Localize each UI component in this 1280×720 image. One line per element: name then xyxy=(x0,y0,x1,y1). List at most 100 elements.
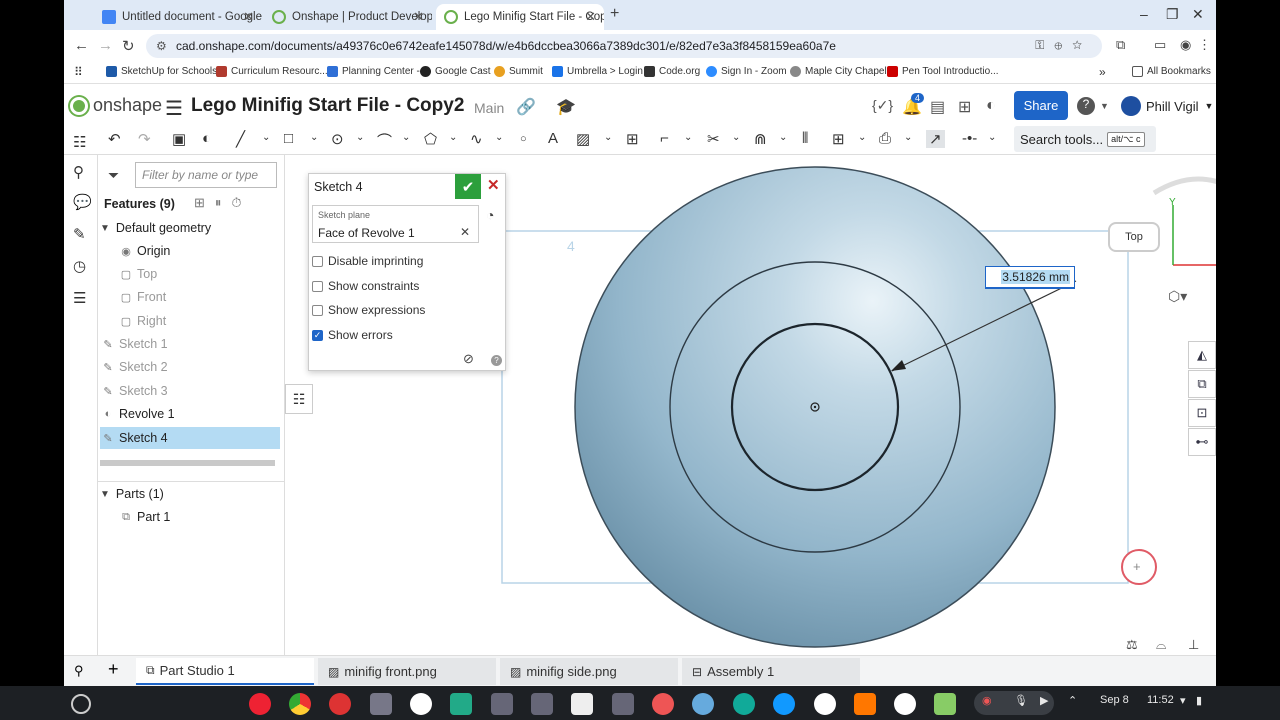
paint-app-icon[interactable] xyxy=(329,693,351,715)
notes-icon[interactable]: ✎ xyxy=(73,225,86,243)
back-icon[interactable]: ← xyxy=(74,37,89,54)
bookmark-summit[interactable]: Summit xyxy=(494,66,543,77)
chevron-down-icon[interactable]: ⌄ xyxy=(310,132,318,143)
parts-group[interactable]: ▼ Parts (1) xyxy=(100,483,280,505)
layers-app-icon[interactable] xyxy=(934,693,956,715)
insert-image-icon[interactable]: ▨ xyxy=(576,130,590,148)
chevron-down-icon[interactable]: ⌄ xyxy=(858,132,866,143)
search-tabs-icon[interactable]: ⚲ xyxy=(74,663,84,679)
sketch-settings-icon[interactable]: ⊘ xyxy=(463,351,474,367)
tree-item-sketch-1[interactable]: ✎ Sketch 1 xyxy=(100,333,280,355)
text-tool-icon[interactable]: A xyxy=(548,130,558,147)
app-store-icon[interactable]: ⊞ xyxy=(958,97,971,117)
all-bookmarks[interactable]: All Bookmarks xyxy=(1132,66,1211,77)
classroom-app-icon[interactable] xyxy=(450,693,472,715)
tree-item-right-plane[interactable]: ▢ Right xyxy=(100,310,280,332)
tray-chevron-icon[interactable]: ⌃ xyxy=(1068,694,1077,707)
bookmark-zoom[interactable]: Sign In - Zoom xyxy=(706,66,787,77)
spline-tool-icon[interactable]: ∿ xyxy=(470,130,483,148)
circle-tool-icon[interactable]: ⊙ xyxy=(331,130,344,148)
chevron-down-icon[interactable]: ⌄ xyxy=(779,132,787,143)
bookmark-sketchup[interactable]: SketchUp for Schools xyxy=(106,66,217,77)
flip-view-icon[interactable]: ◔ xyxy=(486,207,494,223)
disable-imprinting-checkbox[interactable]: Disable imprinting xyxy=(312,254,423,268)
feature-list-icon[interactable]: ☷ xyxy=(73,133,86,151)
tab-assembly-1[interactable]: ⊟ Assembly 1 xyxy=(682,658,860,685)
chrome-app-icon[interactable] xyxy=(289,693,311,715)
mirror-tool-icon[interactable]: ⫴ xyxy=(802,130,808,147)
chevron-down-icon[interactable]: ⌄ xyxy=(495,132,503,143)
tree-item-front-plane[interactable]: ▢ Front xyxy=(100,286,280,308)
variable-studio-icon[interactable]: {✓} xyxy=(872,97,893,114)
offset-tool-icon[interactable]: ⋒ xyxy=(754,130,767,148)
revolve-icon[interactable]: ◐ xyxy=(202,130,211,147)
browser-tab-onshape-product[interactable]: Onshape | Product Developme ✕ xyxy=(264,4,432,30)
maximize-button[interactable]: ❐ xyxy=(1166,6,1179,23)
chevron-down-icon[interactable]: ⌄ xyxy=(604,132,612,143)
share-button[interactable]: Share xyxy=(1014,91,1068,120)
close-window-button[interactable]: ✕ xyxy=(1192,6,1204,23)
react-app-icon[interactable] xyxy=(692,693,714,715)
app-icon[interactable] xyxy=(531,693,553,715)
workspace-label[interactable]: Main xyxy=(474,100,504,116)
tree-item-origin[interactable]: ◉ Origin xyxy=(100,240,280,262)
clock-label[interactable]: 11:52 xyxy=(1147,694,1174,706)
view-options-icon[interactable]: ⬡▾ xyxy=(1168,288,1187,305)
user-menu[interactable]: Phill Vigil ▼ xyxy=(1121,96,1213,116)
rollback-controls-icon[interactable]: ⊞⏸⏱ xyxy=(194,195,252,211)
p-app-icon[interactable] xyxy=(733,693,755,715)
tree-item-sketch-4[interactable]: ✎ Sketch 4 xyxy=(100,427,280,449)
chevron-down-icon[interactable]: ⌄ xyxy=(449,132,457,143)
omnibox-action-icons[interactable]: ⚿⊕☆ xyxy=(1035,38,1092,53)
t-app-icon[interactable] xyxy=(773,693,795,715)
trim-tool-icon[interactable]: ✂ xyxy=(707,130,720,148)
dxf-import-icon[interactable]: ⎙ xyxy=(879,130,891,147)
search-tools-input[interactable]: Search tools... alt/⌥ c xyxy=(1014,126,1156,152)
polygon-tool-icon[interactable]: ⬠ xyxy=(424,130,437,148)
cast-icon[interactable]: ▭ xyxy=(1154,37,1166,53)
document-title[interactable]: Lego Minifig Start File - Copy2 xyxy=(191,95,464,117)
add-tab-button[interactable]: + xyxy=(108,659,119,680)
chevron-down-icon[interactable]: ⌄ xyxy=(684,132,692,143)
show-constraints-checkbox[interactable]: Show constraints xyxy=(312,279,419,293)
cancel-icon[interactable]: ✕ xyxy=(487,176,500,194)
accept-checkmark-icon[interactable]: ✔ xyxy=(455,174,481,199)
dimension-tool-icon[interactable]: ↗ xyxy=(926,130,945,148)
microphone-icon[interactable]: 🎙 xyxy=(1014,694,1028,707)
units-icon[interactable]: ⊥ xyxy=(1188,637,1199,653)
forward-icon[interactable]: → xyxy=(98,37,113,54)
bookmark-maple-city[interactable]: Maple City Chapel xyxy=(790,66,887,77)
chevron-down-icon[interactable]: ⌄ xyxy=(262,132,270,143)
browser-tab-lego-minifig[interactable]: Lego Minifig Start File - Copy2 | ✕ xyxy=(436,4,604,30)
battery-icon[interactable]: ▮ xyxy=(1196,694,1202,707)
wifi-icon[interactable]: ▾ xyxy=(1180,694,1186,707)
menu-icon[interactable]: ⋮ xyxy=(1198,37,1211,53)
bookmark-pen-tool[interactable]: Pen Tool Introductio... xyxy=(887,66,999,77)
fillet-tool-icon[interactable]: ⌐ xyxy=(660,130,669,147)
feature-list-scrollbar[interactable] xyxy=(100,460,275,466)
new-tab-button[interactable]: + xyxy=(610,5,619,23)
minimize-button[interactable]: – xyxy=(1140,6,1148,22)
view-rotate-arc[interactable] xyxy=(1152,176,1216,196)
gmail-app-icon[interactable] xyxy=(410,693,432,715)
tab-part-studio-1[interactable]: ⧉ Part Studio 1 xyxy=(136,658,314,685)
properties-icon[interactable]: ☰ xyxy=(73,289,86,307)
tree-item-sketch-2[interactable]: ✎ Sketch 2 xyxy=(100,356,280,378)
construction-icon[interactable]: ⊞ xyxy=(626,130,639,148)
app-icon[interactable] xyxy=(571,693,593,715)
browser-tab-google-docs[interactable]: Untitled document - Google Do ✕ xyxy=(94,4,262,30)
explode-view-icon[interactable]: ⊡ xyxy=(1188,399,1216,427)
filter-icon[interactable]: ⏷ xyxy=(108,167,119,184)
apps-icon[interactable]: ⠿ xyxy=(74,65,83,79)
bookmark-google-cast[interactable]: Google Cast xyxy=(420,66,491,77)
onshape-logo[interactable]: onshape xyxy=(70,95,162,116)
measure-icon[interactable]: ⊷ xyxy=(1188,428,1216,456)
onshape-app-icon[interactable] xyxy=(370,693,392,715)
tree-item-default-geometry[interactable]: ▼ Default geometry xyxy=(100,217,280,239)
bookmark-planning-center[interactable]: Planning Center - xyxy=(327,66,420,77)
bookmarks-overflow-icon[interactable]: » xyxy=(1099,65,1106,79)
profile-icon[interactable]: ◉ xyxy=(1180,37,1191,53)
appearance-icon[interactable]: ◐ xyxy=(986,97,996,115)
app-icon[interactable] xyxy=(814,693,836,715)
reload-icon[interactable]: ↻ xyxy=(122,37,135,55)
